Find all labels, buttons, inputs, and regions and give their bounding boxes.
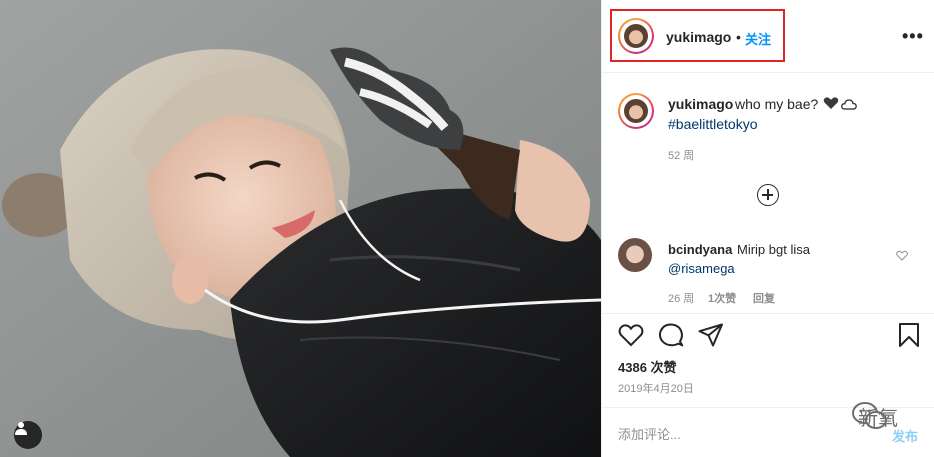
commenter-avatar[interactable] [618,238,652,272]
caption-hashtag[interactable]: #baelittletokyo [668,116,758,132]
caption-text: who my bae? [735,96,819,112]
reply-button[interactable]: 回复 [753,290,775,306]
paper-plane-icon[interactable] [698,323,724,347]
watermark-text: 新氧 [858,406,898,430]
comment-username[interactable]: bcindyana [668,242,732,257]
user-icon [15,422,27,435]
black-heart-icon [823,97,839,109]
comment-icon[interactable] [658,323,684,347]
comment-likes[interactable]: 1次赞 [708,290,736,306]
post-header: yukimago • 关注 ••• [602,0,934,73]
post-panel: yukimago • 关注 ••• yukimago who my bae? #… [601,0,934,457]
comment-timestamp[interactable]: 26 周 [668,290,694,306]
more-options-button[interactable]: ••• [902,27,924,45]
caption-timestamp[interactable]: 52 周 [668,147,694,163]
likes-count[interactable]: 4386 次赞 [618,357,677,376]
user-tag-button[interactable] [14,421,42,449]
heart-outline-icon[interactable] [896,250,908,261]
comment-mention[interactable]: @risamega [668,261,735,276]
bookmark-icon[interactable] [898,323,920,347]
highlight-box [610,9,785,62]
cloud-icon [841,99,857,110]
caption-avatar[interactable] [618,93,654,129]
plus-circle-icon[interactable] [757,184,779,206]
photo-illustration [0,0,601,457]
post-date[interactable]: 2019年4月20日 [618,380,694,396]
heart-icon[interactable] [618,323,644,347]
post-photo[interactable] [0,0,601,457]
comment-text: Mirip bgt lisa [737,242,810,257]
actions-divider [602,313,934,314]
caption-username[interactable]: yukimago [668,96,733,112]
